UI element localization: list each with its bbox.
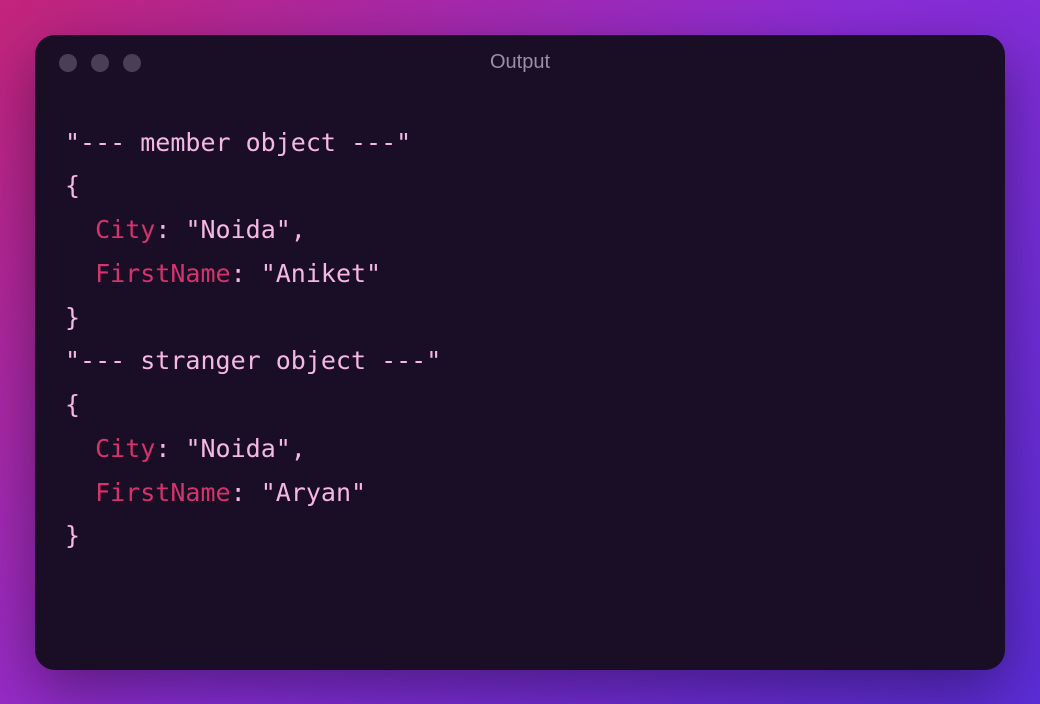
object-value: "Aniket" (261, 259, 381, 288)
colon: : (231, 259, 246, 288)
object-value: "Noida" (185, 434, 290, 463)
close-icon[interactable] (59, 54, 77, 72)
comma: , (291, 434, 306, 463)
minimize-icon[interactable] (91, 54, 109, 72)
object-key: City (95, 215, 155, 244)
output-line: } (65, 296, 975, 340)
colon: : (231, 478, 246, 507)
colon: : (155, 434, 170, 463)
comma: , (291, 215, 306, 244)
output-content: "--- member object ---" { City: "Noida",… (35, 91, 1005, 670)
output-line: { (65, 383, 975, 427)
output-line: { (65, 164, 975, 208)
colon: : (155, 215, 170, 244)
output-line: } (65, 514, 975, 558)
open-brace: { (65, 171, 80, 200)
object-key: FirstName (95, 259, 230, 288)
output-line: City: "Noida", (65, 208, 975, 252)
maximize-icon[interactable] (123, 54, 141, 72)
output-line: City: "Noida", (65, 427, 975, 471)
section-label: "--- stranger object ---" (65, 346, 441, 375)
output-window: Output "--- member object ---" { City: "… (35, 35, 1005, 670)
close-brace: } (65, 521, 80, 550)
object-key: FirstName (95, 478, 230, 507)
output-line: "--- stranger object ---" (65, 339, 975, 383)
close-brace: } (65, 303, 80, 332)
output-line: FirstName: "Aniket" (65, 252, 975, 296)
open-brace: { (65, 390, 80, 419)
titlebar: Output (35, 35, 1005, 91)
object-key: City (95, 434, 155, 463)
window-title: Output (490, 51, 550, 74)
traffic-lights (59, 54, 141, 72)
section-label: "--- member object ---" (65, 128, 411, 157)
object-value: "Noida" (185, 215, 290, 244)
output-line: "--- member object ---" (65, 121, 975, 165)
object-value: "Aryan" (261, 478, 366, 507)
output-line: FirstName: "Aryan" (65, 471, 975, 515)
